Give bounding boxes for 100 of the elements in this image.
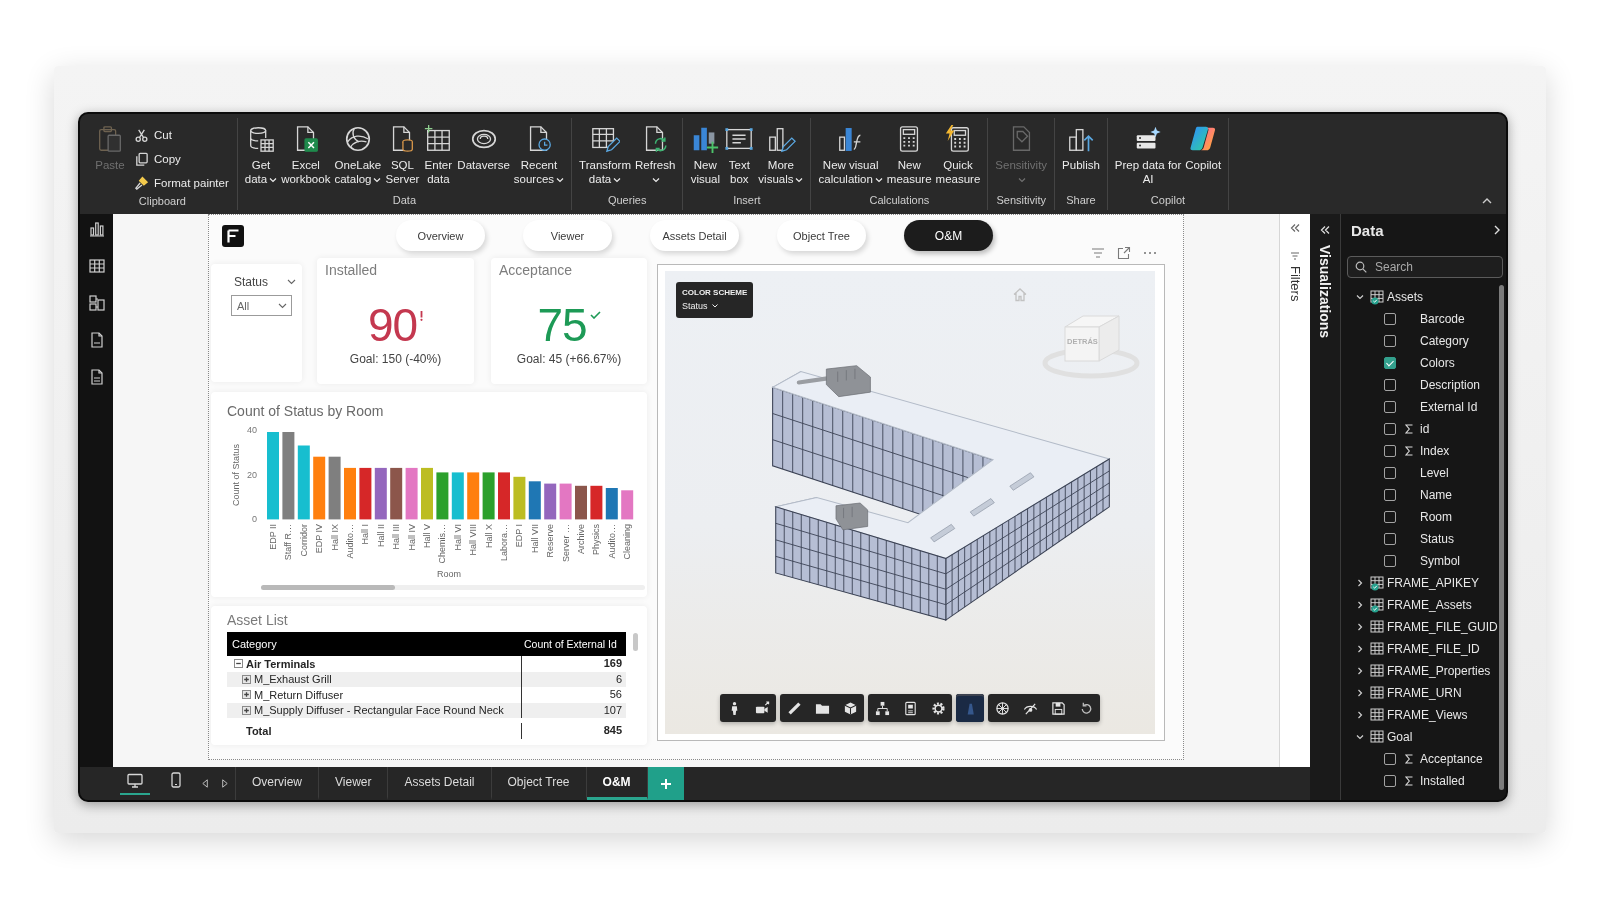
bar[interactable] (528, 481, 541, 520)
checkbox[interactable] (1384, 489, 1396, 501)
chevron-right-icon[interactable] (1356, 579, 1364, 587)
ribbon-button[interactable]: Refresh (633, 122, 678, 186)
column-header[interactable]: Count of External Id (521, 638, 626, 650)
table-name[interactable]: Goal (1387, 730, 1413, 744)
plus-box-icon[interactable] (242, 690, 251, 700)
nav-button[interactable]: Overview (396, 220, 485, 251)
ribbon-button[interactable]: Transform data (577, 122, 634, 186)
pane-title[interactable]: Visualizations (1317, 245, 1333, 339)
table-name[interactable]: FRAME_FILE_ID (1387, 642, 1480, 656)
checkbox[interactable] (1384, 423, 1396, 435)
bar[interactable] (390, 467, 403, 520)
page-tab[interactable]: Overview (236, 767, 319, 800)
nav-button[interactable]: Viewer (523, 220, 612, 251)
ribbon-button[interactable]: Copy (131, 148, 232, 170)
chevron-right-icon[interactable] (1356, 689, 1364, 697)
checkbox[interactable] (1384, 775, 1396, 787)
field-name[interactable]: Barcode (1420, 312, 1465, 326)
scrollbar-thumb[interactable] (261, 585, 395, 590)
chevron-right-icon[interactable] (1356, 601, 1364, 609)
checkbox[interactable] (1384, 379, 1396, 391)
nav-button[interactable]: Assets Detail (650, 220, 739, 251)
triangle-left-icon[interactable] (202, 779, 208, 788)
checkbox[interactable] (1384, 555, 1396, 567)
field-name[interactable]: Installed (1420, 774, 1465, 788)
checkbox[interactable] (1384, 445, 1396, 457)
column-header[interactable]: Category (227, 638, 521, 650)
chevron-right-icon[interactable] (1356, 645, 1364, 653)
ribbon-button[interactable]: Cut (131, 124, 232, 146)
checkbox[interactable] (1384, 335, 1396, 347)
bar-chart-icon[interactable] (87, 220, 106, 238)
field-name[interactable]: Category (1420, 334, 1469, 348)
ribbon-button[interactable]: SQL Server (383, 122, 422, 186)
ribbon-button[interactable]: Enter data (421, 122, 456, 186)
field-name[interactable]: External Id (1420, 400, 1478, 414)
ribbon-button[interactable]: Format painter (131, 172, 232, 194)
table-name[interactable]: FRAME_URN (1387, 686, 1462, 700)
ribbon-button[interactable]: New visual calculation (816, 122, 885, 186)
search-field[interactable]: Search (1347, 256, 1503, 278)
checkbox[interactable] (1384, 467, 1396, 479)
bar[interactable] (374, 467, 387, 520)
chevron-right-icon[interactable] (1356, 711, 1364, 719)
ribbon-button[interactable]: Recent sources (511, 122, 567, 186)
ribbon-button[interactable]: Text box (722, 122, 757, 186)
field-name[interactable]: Symbol (1420, 554, 1460, 568)
bar[interactable] (544, 483, 557, 520)
minus-box-icon[interactable] (234, 659, 243, 669)
scrollbar-thumb[interactable] (1499, 285, 1504, 790)
field-name[interactable]: Status (1420, 532, 1455, 546)
bar[interactable] (605, 488, 618, 520)
triangle-right-icon[interactable] (222, 779, 228, 788)
chevron-right-icon[interactable] (1356, 667, 1364, 675)
chevron-up-icon[interactable] (1482, 197, 1492, 204)
chevron-down-icon[interactable] (278, 302, 287, 309)
add-page-button[interactable] (647, 767, 684, 800)
field-name[interactable]: Name (1420, 488, 1452, 502)
ribbon-button[interactable]: Quick measure (933, 122, 983, 186)
focus-mode-icon[interactable] (1117, 246, 1131, 260)
bar[interactable] (575, 485, 587, 520)
table-name[interactable]: FRAME_APIKEY (1387, 576, 1480, 590)
table-name[interactable]: FRAME_FILE_GUID (1387, 620, 1498, 634)
chevron-down-icon[interactable] (287, 279, 296, 285)
field-name[interactable]: Index (1420, 444, 1450, 458)
nav-button[interactable]: Object Tree (777, 220, 866, 251)
page-tab[interactable]: Viewer (319, 767, 389, 800)
table-name[interactable]: FRAME_Views (1387, 708, 1468, 722)
table-name[interactable]: Assets (1387, 290, 1423, 304)
plus-box-icon[interactable] (242, 705, 251, 715)
ribbon-button[interactable]: New measure (884, 122, 934, 186)
chevron-right-icon[interactable] (1356, 623, 1364, 631)
model-diagram-icon[interactable] (87, 294, 106, 312)
checkbox[interactable] (1384, 533, 1396, 545)
ribbon-button[interactable]: OneLake catalog (332, 122, 384, 186)
bar[interactable] (359, 467, 372, 520)
table-name[interactable]: FRAME_Assets (1387, 598, 1472, 612)
plus-box-icon[interactable] (242, 674, 251, 684)
ribbon-button[interactable]: Copilot (1183, 122, 1224, 172)
field-name[interactable]: Level (1420, 466, 1449, 480)
page-tab[interactable]: Assets Detail (388, 767, 492, 800)
pane-title[interactable]: Filters (1287, 266, 1303, 302)
table-icon[interactable] (87, 257, 106, 275)
ribbon-button[interactable]: Dataverse (455, 122, 512, 172)
bar[interactable] (590, 485, 603, 520)
chevron-right-icon[interactable] (1494, 225, 1500, 235)
checkbox[interactable] (1384, 401, 1396, 413)
color-scheme-dropdown[interactable]: Status (682, 300, 718, 312)
field-name[interactable]: Description (1420, 378, 1481, 392)
field-name[interactable]: Colors (1420, 356, 1455, 370)
dropdown-field[interactable]: All (231, 295, 292, 316)
field-name[interactable]: Room (1420, 510, 1452, 524)
scrollbar-thumb[interactable] (633, 633, 638, 651)
scrollbar-track[interactable] (261, 585, 645, 590)
field-name[interactable]: Acceptance (1420, 752, 1483, 766)
nav-button[interactable]: O&M (904, 220, 993, 251)
ribbon-button[interactable]: Prep data for AI (1112, 122, 1184, 186)
ribbon-button[interactable]: More visuals (756, 122, 806, 186)
checkbox[interactable] (1384, 511, 1396, 523)
ribbon-button[interactable]: Publish (1060, 122, 1102, 172)
field-name[interactable]: id (1420, 422, 1430, 436)
